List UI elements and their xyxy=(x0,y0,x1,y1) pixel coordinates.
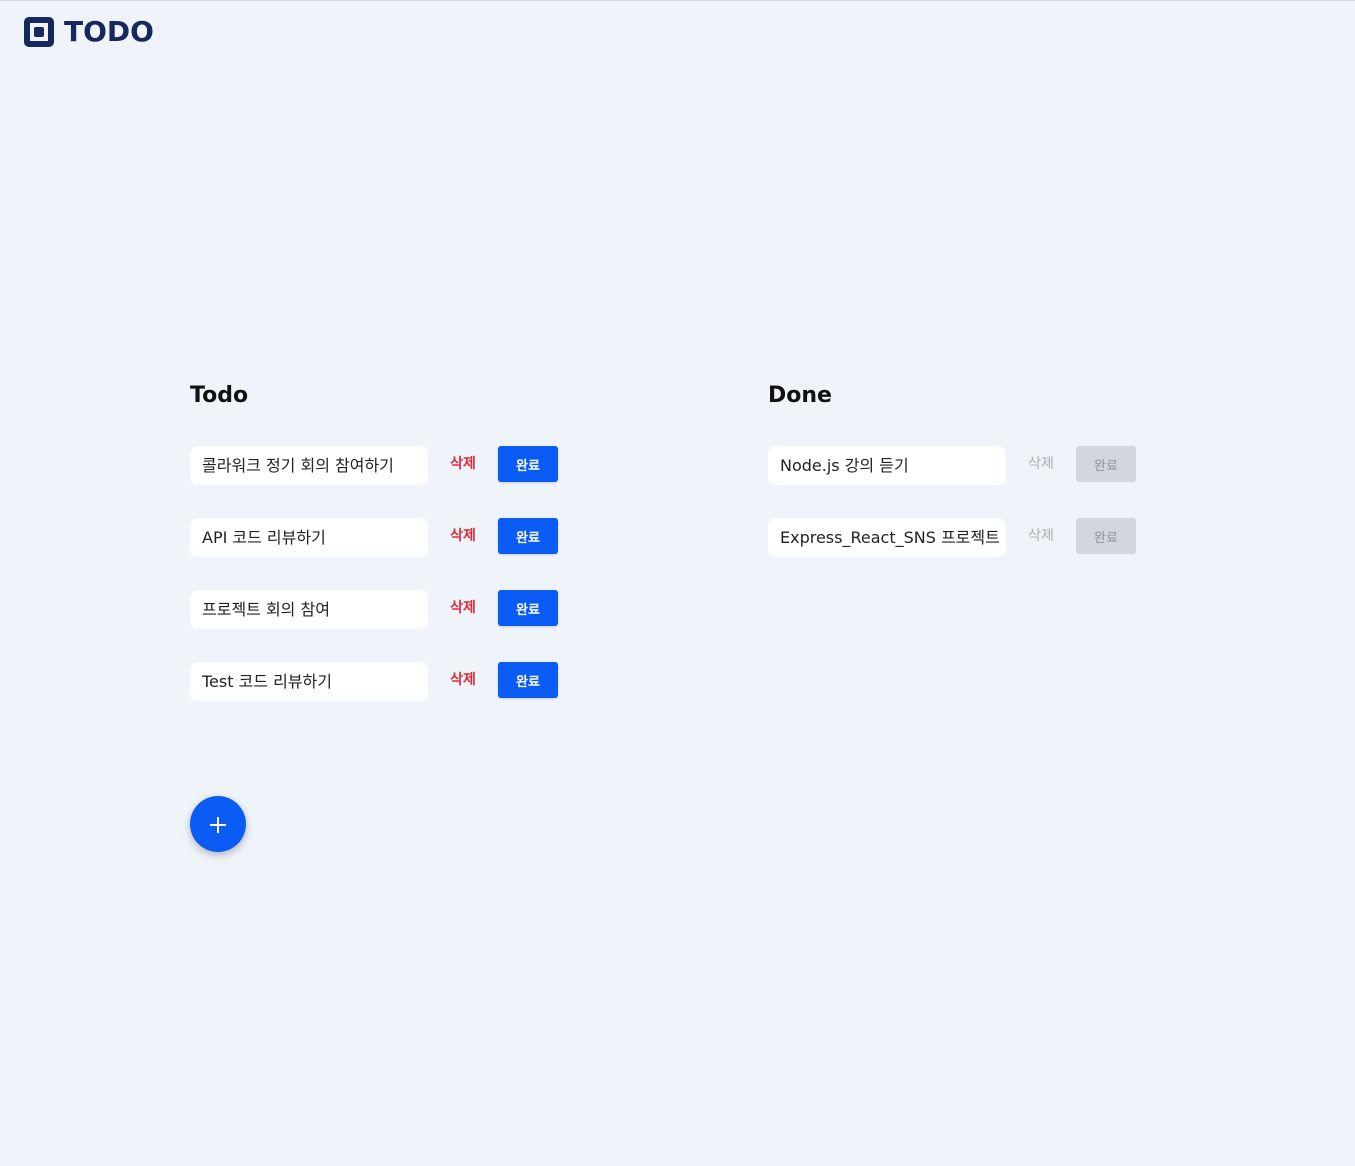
done-item-text: Express_React_SNS 프로젝트 xyxy=(768,517,1006,557)
complete-button[interactable]: 완료 xyxy=(498,590,558,626)
todo-title: Todo xyxy=(190,383,249,408)
todo-item: 프로젝트 회의 참여 삭제 완료 xyxy=(190,589,590,629)
done-item: Node.js 강의 듣기 삭제 완료 xyxy=(768,445,1168,485)
todo-column: Todo 콜라워크 정기 회의 참여하기 삭제 완료 API 코드 리뷰하기 삭… xyxy=(190,381,590,733)
plus-icon xyxy=(210,817,226,833)
complete-button[interactable]: 완료 xyxy=(498,518,558,554)
complete-button[interactable]: 완료 xyxy=(498,662,558,698)
logo: TODO xyxy=(24,15,154,49)
todo-item: Test 코드 리뷰하기 삭제 완료 xyxy=(190,661,590,701)
todo-item-text: API 코드 리뷰하기 xyxy=(190,517,428,557)
todo-item: 콜라워크 정기 회의 참여하기 삭제 완료 xyxy=(190,445,590,485)
delete-button[interactable]: 삭제 xyxy=(1006,453,1076,473)
delete-button[interactable]: 삭제 xyxy=(428,597,498,617)
done-item: Express_React_SNS 프로젝트 삭제 완료 xyxy=(768,517,1168,557)
complete-button-disabled[interactable]: 완료 xyxy=(1076,518,1136,554)
done-title: Done xyxy=(768,383,832,408)
todo-list: 콜라워크 정기 회의 참여하기 삭제 완료 API 코드 리뷰하기 삭제 완료 … xyxy=(190,445,590,701)
done-list: Node.js 강의 듣기 삭제 완료 Express_React_SNS 프로… xyxy=(768,445,1168,557)
delete-button[interactable]: 삭제 xyxy=(428,669,498,689)
delete-button[interactable]: 삭제 xyxy=(428,453,498,473)
todo-item-text: Test 코드 리뷰하기 xyxy=(190,661,428,701)
add-todo-button[interactable] xyxy=(190,796,246,852)
logo-text: TODO xyxy=(64,15,154,48)
done-column: Done Node.js 강의 듣기 삭제 완료 Express_React_S… xyxy=(768,381,1168,589)
logo-square-icon xyxy=(24,17,54,47)
complete-button[interactable]: 완료 xyxy=(498,446,558,482)
todo-item: API 코드 리뷰하기 삭제 완료 xyxy=(190,517,590,557)
complete-button-disabled[interactable]: 완료 xyxy=(1076,446,1136,482)
todo-item-text: 프로젝트 회의 참여 xyxy=(190,589,428,629)
delete-button[interactable]: 삭제 xyxy=(428,525,498,545)
todo-item-text: 콜라워크 정기 회의 참여하기 xyxy=(190,445,428,485)
delete-button[interactable]: 삭제 xyxy=(1006,525,1076,545)
done-item-text: Node.js 강의 듣기 xyxy=(768,445,1006,485)
